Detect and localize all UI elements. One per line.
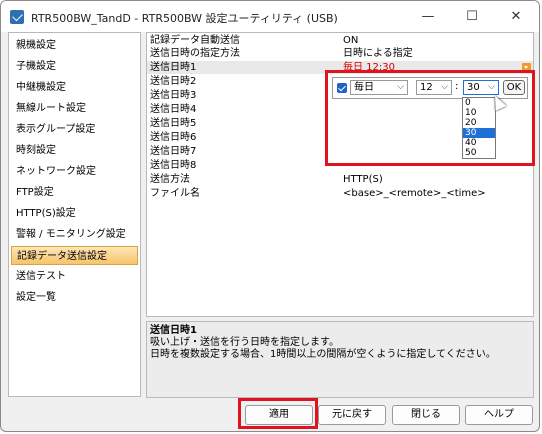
sidebar-item-transmission-test[interactable]: 送信テスト xyxy=(11,267,138,286)
sidebar-item-display-group[interactable]: 表示グループ設定 xyxy=(11,120,138,139)
close-button[interactable]: 閉じる xyxy=(392,405,460,425)
row-label: 送信日時5 xyxy=(150,118,197,129)
settings-window: RTR500BW_TandD - RTR500BW 設定ユーティリティ (USB… xyxy=(0,0,540,432)
sidebar-item-repeater[interactable]: 中継機設定 xyxy=(11,78,138,97)
row-label: 記録データ自動送信 xyxy=(150,35,240,46)
description-line: 吸い上げ・送信を行う日時を指定します。 xyxy=(150,337,339,348)
sidebar-item-wireless-route[interactable]: 無線ルート設定 xyxy=(11,99,138,118)
window-title: RTR500BW_TandD - RTR500BW 設定ユーティリティ (USB… xyxy=(31,12,338,25)
revert-button[interactable]: 元に戻す xyxy=(318,405,386,425)
sidebar-item-https[interactable]: HTTP(S)設定 xyxy=(11,204,138,223)
row-label: 送信日時4 xyxy=(150,104,197,115)
row-label: 送信方法 xyxy=(150,174,190,185)
sidebar-item-network[interactable]: ネットワーク設定 xyxy=(11,162,138,181)
sidebar-item-ftp[interactable]: FTP設定 xyxy=(11,183,138,202)
sidebar-item-time[interactable]: 時刻設定 xyxy=(11,141,138,160)
sidebar-item-settings-list[interactable]: 設定一覧 xyxy=(11,288,138,307)
row-value[interactable]: HTTP(S) xyxy=(343,174,523,186)
highlight-box-apply xyxy=(238,398,318,429)
row-value[interactable]: <base>_<remote>_<time> xyxy=(343,188,523,200)
row-value[interactable]: ON xyxy=(343,35,523,47)
sidebar-item-data-transmission[interactable]: 記録データ送信設定 xyxy=(11,246,138,265)
sidebar-item-base-unit[interactable]: 親機設定 xyxy=(11,36,138,55)
row-label: 送信日時2 xyxy=(150,76,197,87)
title-bar: RTR500BW_TandD - RTR500BW 設定ユーティリティ (USB… xyxy=(1,1,539,32)
row-label: 送信日時7 xyxy=(150,146,197,157)
close-window-button[interactable]: ✕ xyxy=(494,1,538,32)
settings-sidebar: 親機設定 子機設定 中継機設定 無線ルート設定 表示グループ設定 時刻設定 ネッ… xyxy=(8,32,141,397)
description-panel: 送信日時1 吸い上げ・送信を行う日時を指定します。 日時を複数設定する場合、1時… xyxy=(146,321,534,398)
sidebar-item-warning-monitoring[interactable]: 警報 / モニタリング設定 xyxy=(11,225,138,244)
row-label: 送信日時6 xyxy=(150,132,197,143)
row-label: 送信日時の指定方法 xyxy=(150,48,240,59)
row-label: ファイル名 xyxy=(150,188,200,199)
row-label: 送信日時1 xyxy=(150,62,197,73)
minimize-button[interactable]: — xyxy=(406,1,450,32)
app-icon xyxy=(10,10,24,24)
row-label: 送信日時8 xyxy=(150,160,197,171)
help-button[interactable]: ヘルプ xyxy=(465,405,533,425)
row-value[interactable]: 日時による指定 xyxy=(343,48,523,60)
row-label: 送信日時3 xyxy=(150,90,197,101)
description-line: 日時を複数設定する場合、1時間以上の間隔が空くように指定してください。 xyxy=(150,349,496,360)
description-title: 送信日時1 xyxy=(150,325,197,336)
highlight-box-editor xyxy=(325,70,535,166)
maximize-button[interactable]: ☐ xyxy=(450,1,494,32)
sidebar-item-remote-unit[interactable]: 子機設定 xyxy=(11,57,138,76)
